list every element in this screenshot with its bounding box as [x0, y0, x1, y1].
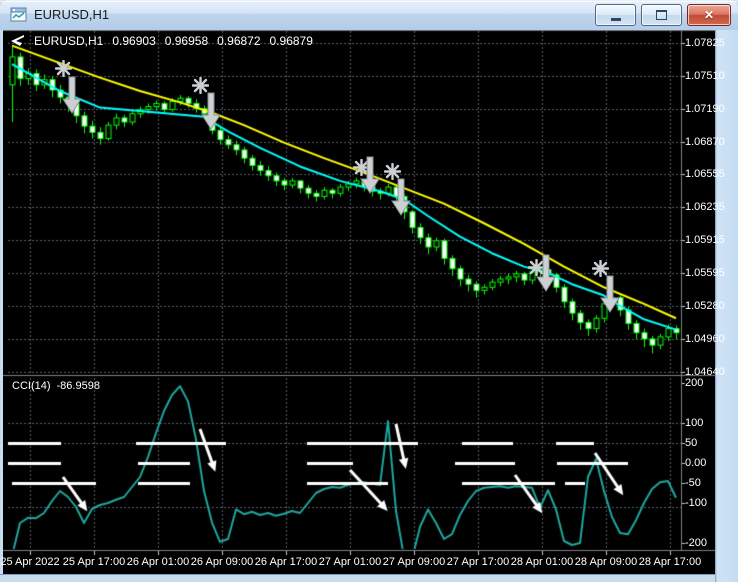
time-axis-label: 27 Apr 01:00 — [318, 556, 382, 568]
price-axis-label: 1.07510 — [685, 70, 725, 82]
cci-name: CCI(14) — [12, 380, 51, 392]
cci-axis-label: -100 — [685, 497, 708, 509]
time-axis-label: 26 Apr 09:00 — [190, 556, 254, 568]
price-axis-label: 1.07825 — [685, 37, 725, 49]
price-axis-label: 1.05595 — [685, 267, 725, 279]
chart-window-icon — [10, 6, 28, 24]
readout-low: 0.96872 — [217, 34, 261, 48]
cci-value: -86.9598 — [56, 380, 100, 392]
chart-pointer-icon — [11, 35, 24, 46]
time-axis-label: 28 Apr 17:00 — [638, 556, 702, 568]
close-icon: ✕ — [703, 8, 715, 22]
time-axis-label: 26 Apr 01:00 — [126, 556, 190, 568]
chart-window: EURUSD,H1 ✕ EURUSD,H1 0.96903 0.96958 0.… — [0, 0, 738, 582]
readout-close: 0.96879 — [269, 34, 313, 48]
chart-ohlc-readout: EURUSD,H1 0.96903 0.96958 0.96872 0.9687… — [11, 34, 313, 48]
minimize-icon — [610, 17, 621, 21]
sell-signal-arrow[interactable] — [359, 156, 380, 199]
restore-icon — [656, 10, 667, 20]
price-axis-label: 1.06555 — [685, 168, 725, 180]
cci-indicator-label: CCI(14) -86.9598 — [12, 380, 100, 392]
price-axis-label: 1.04960 — [685, 333, 725, 345]
window-bottom-border — [0, 574, 715, 582]
time-axis-label: 25 Apr 2022 — [0, 556, 60, 568]
price-axis-label: 1.05915 — [685, 234, 725, 246]
cci-axis-label: 100 — [685, 417, 704, 429]
cci-axis-label: 0.00 — [685, 457, 707, 469]
time-axis-label: 27 Apr 17:00 — [446, 556, 510, 568]
restore-button[interactable] — [641, 4, 682, 26]
close-button[interactable]: ✕ — [687, 4, 731, 26]
sell-signal-arrow[interactable] — [600, 275, 621, 318]
readout-symbol: EURUSD,H1 — [34, 34, 104, 48]
sell-signal-arrow-icon — [536, 254, 557, 293]
cci-axis-label: 50 — [685, 437, 698, 449]
readout-high: 0.96958 — [164, 34, 209, 48]
time-axis-label: 26 Apr 17:00 — [254, 556, 318, 568]
window-controls: ✕ — [595, 4, 731, 26]
time-axis-label: 28 Apr 09:00 — [574, 556, 638, 568]
time-axis-label: 28 Apr 01:00 — [510, 556, 574, 568]
price-axis-label: 1.06235 — [685, 201, 725, 213]
titlebar-highlight — [1, 1, 737, 2]
cci-axis-label: -200 — [685, 537, 708, 549]
sell-signal-arrow[interactable] — [390, 178, 411, 221]
sell-signal-arrow[interactable] — [62, 76, 82, 119]
price-axis-label: 1.07190 — [685, 103, 725, 115]
price-axis-label: 1.05280 — [685, 300, 725, 312]
price-axis-label: 1.06870 — [685, 136, 725, 148]
sell-signal-arrow-icon — [201, 92, 222, 130]
readout-open: 0.96903 — [112, 34, 156, 48]
cci-axis-label: 200 — [685, 377, 704, 389]
title-bar[interactable]: EURUSD,H1 ✕ — [0, 0, 738, 31]
time-axis-label: 27 Apr 09:00 — [382, 556, 446, 568]
sell-signal-arrow-icon — [390, 178, 411, 216]
sell-signal-arrow[interactable] — [201, 92, 222, 135]
window-title: EURUSD,H1 — [34, 7, 110, 22]
cci-axis-label: -50 — [685, 477, 701, 489]
sell-signal-arrow[interactable] — [536, 254, 557, 297]
minimize-button[interactable] — [595, 4, 636, 26]
sell-signal-arrow-icon — [359, 156, 380, 195]
sell-signal-arrow-icon — [600, 275, 621, 313]
sell-signal-arrow-icon — [62, 76, 82, 114]
time-axis-label: 25 Apr 17:00 — [62, 556, 126, 568]
